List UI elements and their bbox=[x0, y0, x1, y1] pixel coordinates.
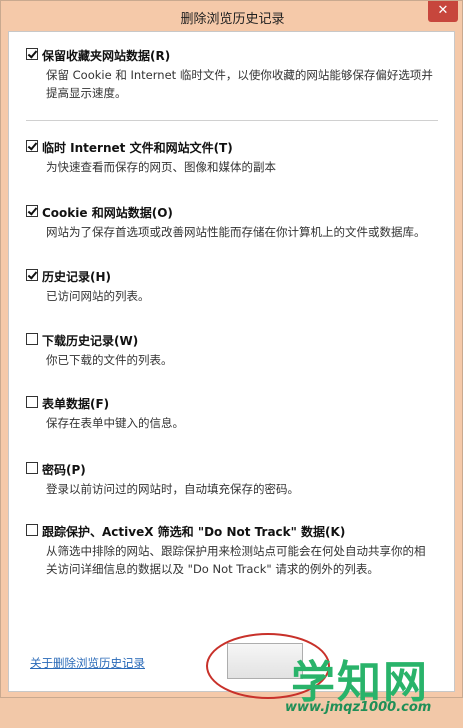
checkbox-cookies[interactable] bbox=[26, 205, 38, 217]
option-description: 为快速查看而保存的网页、图像和媒体的副本 bbox=[46, 160, 276, 174]
option-description: 已访问网站的列表。 bbox=[46, 289, 150, 303]
option-description: 登录以前访问过的网站时，自动填充保存的密码。 bbox=[46, 482, 299, 496]
option-label[interactable]: 临时 Internet 文件和网站文件(T) bbox=[42, 139, 233, 156]
watermark-logo: 学知网 www.jmqz1000.com bbox=[279, 650, 463, 728]
option-preserve-favorites[interactable]: 保留收藏夹网站数据(R) 保留 Cookie 和 Internet 临时文件，以… bbox=[26, 46, 444, 102]
option-description: 你已下载的文件的列表。 bbox=[46, 353, 173, 367]
option-cookies[interactable]: Cookie 和网站数据(O) 网站为了保存首选项或改善网站性能而存储在你计算机… bbox=[26, 203, 444, 241]
option-tracking-protection[interactable]: 跟踪保护、ActiveX 筛选和 "Do Not Track" 数据(K) 从筛… bbox=[26, 522, 444, 578]
options-panel: 保留收藏夹网站数据(R) 保留 Cookie 和 Internet 临时文件，以… bbox=[8, 31, 455, 715]
watermark-url: www.jmqz1000.com bbox=[285, 700, 432, 715]
option-label[interactable]: Cookie 和网站数据(O) bbox=[42, 204, 173, 221]
checkbox-tracking-protection[interactable] bbox=[26, 524, 38, 536]
checkbox-download-history[interactable] bbox=[26, 333, 38, 345]
option-form-data[interactable]: 表单数据(F) 保存在表单中键入的信息。 bbox=[26, 394, 444, 432]
option-label[interactable]: 密码(P) bbox=[42, 461, 86, 478]
option-passwords[interactable]: 密码(P) 登录以前访问过的网站时，自动填充保存的密码。 bbox=[26, 460, 444, 498]
option-label[interactable]: 历史记录(H) bbox=[42, 268, 111, 285]
option-description: 保留 Cookie 和 Internet 临时文件，以使你收藏的网站能够保存偏好… bbox=[46, 68, 433, 100]
divider bbox=[26, 120, 438, 121]
checkbox-preserve-favorites[interactable] bbox=[26, 48, 38, 60]
option-download-history[interactable]: 下载历史记录(W) 你已下载的文件的列表。 bbox=[26, 331, 444, 369]
about-delete-history-link[interactable]: 关于删除浏览历史记录 bbox=[30, 655, 145, 671]
checkbox-passwords[interactable] bbox=[26, 462, 38, 474]
option-description: 网站为了保存首选项或改善网站性能而存储在你计算机上的文件或数据库。 bbox=[46, 225, 426, 239]
option-description: 保存在表单中键入的信息。 bbox=[46, 416, 184, 430]
option-label[interactable]: 下载历史记录(W) bbox=[42, 332, 138, 349]
dialog-title: 删除浏览历史记录 bbox=[180, 12, 285, 27]
title-bar: 删除浏览历史记录 ✕ bbox=[1, 1, 463, 31]
checkbox-history[interactable] bbox=[26, 269, 38, 281]
option-label[interactable]: 跟踪保护、ActiveX 筛选和 "Do Not Track" 数据(K) bbox=[42, 523, 345, 540]
checkbox-temp-internet-files[interactable] bbox=[26, 140, 38, 152]
option-history[interactable]: 历史记录(H) 已访问网站的列表。 bbox=[26, 267, 444, 305]
close-button[interactable]: ✕ bbox=[428, 1, 458, 22]
checkbox-form-data[interactable] bbox=[26, 396, 38, 408]
option-label[interactable]: 表单数据(F) bbox=[42, 395, 109, 412]
option-temp-internet-files[interactable]: 临时 Internet 文件和网站文件(T) 为快速查看而保存的网页、图像和媒体… bbox=[26, 138, 444, 176]
option-description: 从筛选中排除的网站、跟踪保护用来检测站点可能会在何处自动共享你的相关访问详细信息… bbox=[46, 544, 426, 576]
delete-history-dialog: 删除浏览历史记录 ✕ 保留收藏夹网站数据(R) 保留 Cookie 和 Inte… bbox=[0, 0, 463, 715]
option-label[interactable]: 保留收藏夹网站数据(R) bbox=[42, 47, 170, 64]
